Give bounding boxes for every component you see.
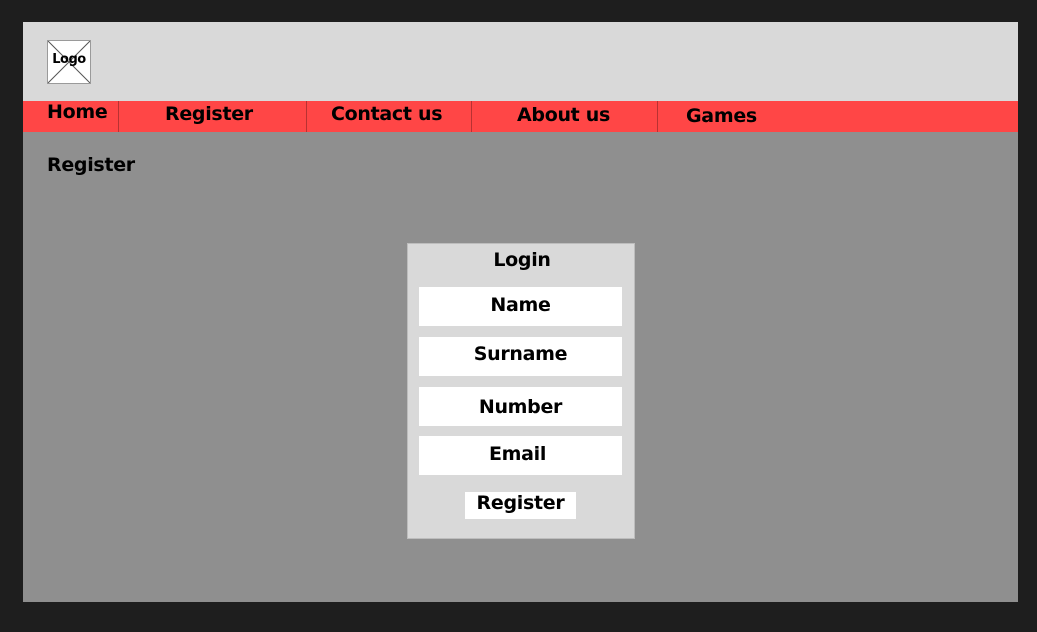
field-label: Surname xyxy=(473,343,568,365)
nav-item-label: Games xyxy=(686,105,757,127)
nav-item-label: Contact us xyxy=(331,103,443,125)
nav-item-home[interactable]: Home xyxy=(23,101,118,132)
nav-item-label: Register xyxy=(165,103,253,125)
page-title: Register xyxy=(47,154,135,176)
nav-item-games[interactable]: Games xyxy=(658,101,858,132)
name-field[interactable]: Name xyxy=(419,287,622,326)
field-label: Name xyxy=(490,294,551,316)
surname-field[interactable]: Surname xyxy=(419,337,622,376)
number-field[interactable]: Number xyxy=(419,387,622,426)
email-field[interactable]: Email xyxy=(419,436,622,475)
nav-item-label: Home xyxy=(47,101,108,123)
logo[interactable]: Logo xyxy=(47,40,91,84)
page-frame: Logo Home Register Contact us About us G… xyxy=(23,22,1018,602)
nav-item-register[interactable]: Register xyxy=(119,101,306,132)
login-form-panel: Login Name Surname Number Email Register xyxy=(407,243,635,539)
register-button-label: Register xyxy=(476,492,565,514)
field-label: Number xyxy=(478,396,563,418)
nav-item-contact-us[interactable]: Contact us xyxy=(307,101,471,132)
nav-item-about-us[interactable]: About us xyxy=(472,101,657,132)
nav-bar: Home Register Contact us About us Games xyxy=(23,101,1018,132)
site-header: Logo xyxy=(23,22,1018,101)
register-button[interactable]: Register xyxy=(465,492,576,519)
form-title: Login xyxy=(493,249,551,271)
nav-item-label: About us xyxy=(517,104,611,126)
logo-label: Logo xyxy=(52,52,86,67)
field-label: Email xyxy=(488,443,547,465)
